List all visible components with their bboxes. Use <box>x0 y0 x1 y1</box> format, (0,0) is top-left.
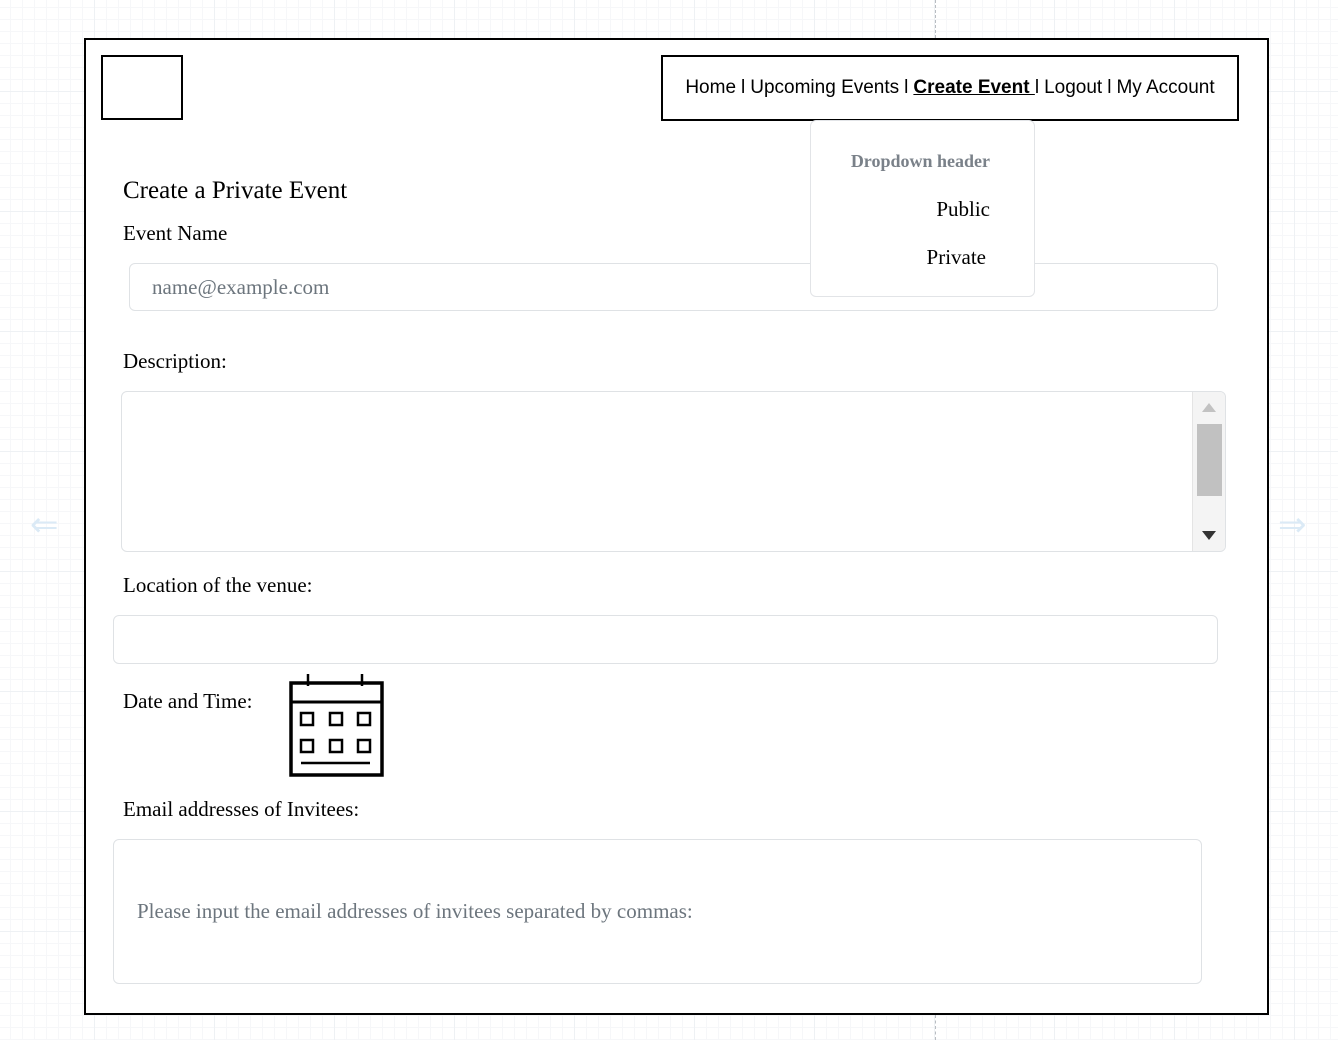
dropdown-item-public[interactable]: Public <box>936 197 990 222</box>
nav-logout[interactable]: Logout <box>1044 77 1102 99</box>
nav-home[interactable]: Home <box>685 77 736 99</box>
canvas-arrow-right-icon: ⇒ <box>1278 505 1307 545</box>
page-frame: Home l Upcoming Events l Create Event l … <box>84 38 1269 1015</box>
event-name-label: Event Name <box>123 221 228 245</box>
calendar-icon[interactable] <box>289 674 385 780</box>
nav-separator: l <box>1034 77 1040 98</box>
scroll-down-arrow-icon[interactable] <box>1202 531 1216 540</box>
create-event-dropdown-menu: Dropdown header Public Private <box>810 120 1035 297</box>
dropdown-header: Dropdown header <box>850 151 990 171</box>
canvas-guide-top <box>935 0 936 38</box>
description-scrollbar[interactable] <box>1192 392 1225 551</box>
description-textarea[interactable] <box>121 391 1226 552</box>
logo-placeholder <box>101 55 183 120</box>
canvas-arrow-left-icon: ⇐ <box>30 505 59 545</box>
canvas-guide-bottom <box>935 1015 936 1040</box>
nav-separator: l <box>904 77 909 98</box>
nav-upcoming-events[interactable]: Upcoming Events <box>750 77 899 99</box>
invitees-input[interactable]: Please input the email addresses of invi… <box>113 839 1202 984</box>
location-label: Location of the venue: <box>123 573 313 597</box>
top-nav: Home l Upcoming Events l Create Event l … <box>661 55 1239 121</box>
nav-separator: l <box>741 77 746 98</box>
location-input[interactable] <box>113 615 1218 664</box>
invitees-label: Email addresses of Invitees: <box>123 797 360 821</box>
scrollbar-thumb[interactable] <box>1197 424 1222 496</box>
description-label: Description: <box>123 349 227 373</box>
dropdown-item-private[interactable]: Private <box>927 245 986 270</box>
date-time-label: Date and Time: <box>123 689 253 713</box>
nav-my-account[interactable]: My Account <box>1116 77 1214 99</box>
nav-separator: l <box>1107 77 1112 98</box>
nav-create-event[interactable]: Create Event <box>913 77 1034 99</box>
event-name-input[interactable] <box>129 263 1218 311</box>
scroll-up-arrow-icon[interactable] <box>1202 403 1216 412</box>
page-title: Create a Private Event <box>123 177 348 204</box>
invitees-placeholder: Please input the email addresses of invi… <box>137 899 693 923</box>
